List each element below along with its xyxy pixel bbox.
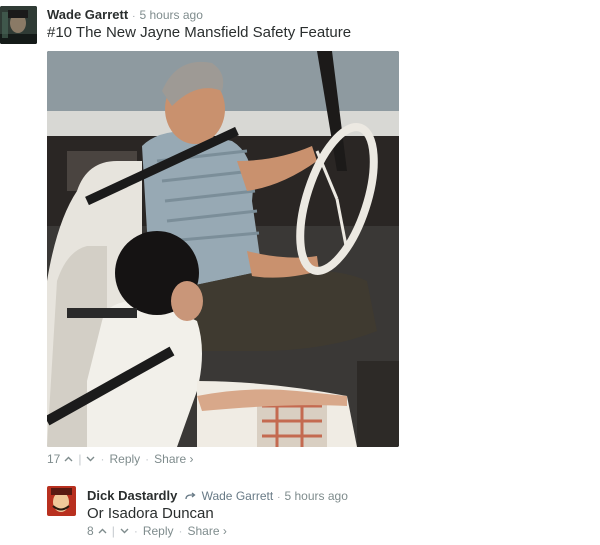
avatar-image: [0, 6, 37, 44]
chevron-down-icon: [86, 456, 95, 462]
comment-meta: Wade Garrett · 5 hours ago: [47, 7, 203, 22]
separator-dot: ·: [133, 524, 138, 538]
separator-dot: ·: [277, 492, 281, 503]
share-button[interactable]: Share ›: [188, 524, 227, 538]
downvote-button[interactable]: [86, 456, 95, 462]
author-name[interactable]: Dick Dastardly: [87, 488, 177, 503]
avatar[interactable]: [47, 486, 76, 516]
vintage-car-photo: [47, 51, 399, 447]
comment-text: Or Isadora Duncan: [87, 505, 214, 522]
vote-divider: |: [111, 524, 115, 538]
reply-arrow-icon: [185, 492, 196, 501]
chevron-up-icon: [98, 528, 107, 534]
upvote-button[interactable]: 17: [47, 452, 73, 466]
vote-count: 8: [87, 524, 94, 538]
separator-dot: ·: [145, 452, 150, 466]
reply-to-author[interactable]: Wade Garrett: [202, 489, 274, 503]
avatar-image: [47, 486, 76, 516]
comment-actions: 8 | · Reply · Share ›: [87, 524, 227, 538]
comment-image[interactable]: [47, 51, 399, 447]
comment-meta: Dick Dastardly Wade Garrett · 5 hours ago: [87, 488, 348, 503]
chevron-down-icon: [120, 528, 129, 534]
upvote-button[interactable]: 8: [87, 524, 107, 538]
share-button[interactable]: Share ›: [154, 452, 193, 466]
comment-actions: 17 | · Reply · Share ›: [47, 452, 194, 466]
comment-time[interactable]: 5 hours ago: [140, 8, 203, 22]
separator-dot: ·: [100, 452, 105, 466]
chevron-up-icon: [64, 456, 73, 462]
comment-time[interactable]: 5 hours ago: [285, 489, 348, 503]
reply-button[interactable]: Reply: [143, 524, 174, 538]
vote-divider: |: [78, 452, 82, 466]
comment-text: #10 The New Jayne Mansfield Safety Featu…: [47, 24, 352, 41]
author-name[interactable]: Wade Garrett: [47, 7, 128, 22]
reply-button[interactable]: Reply: [109, 452, 140, 466]
vote-count: 17: [47, 452, 61, 466]
avatar[interactable]: [0, 6, 37, 44]
separator-dot: ·: [132, 11, 136, 22]
separator-dot: ·: [178, 524, 183, 538]
downvote-button[interactable]: [120, 528, 129, 534]
